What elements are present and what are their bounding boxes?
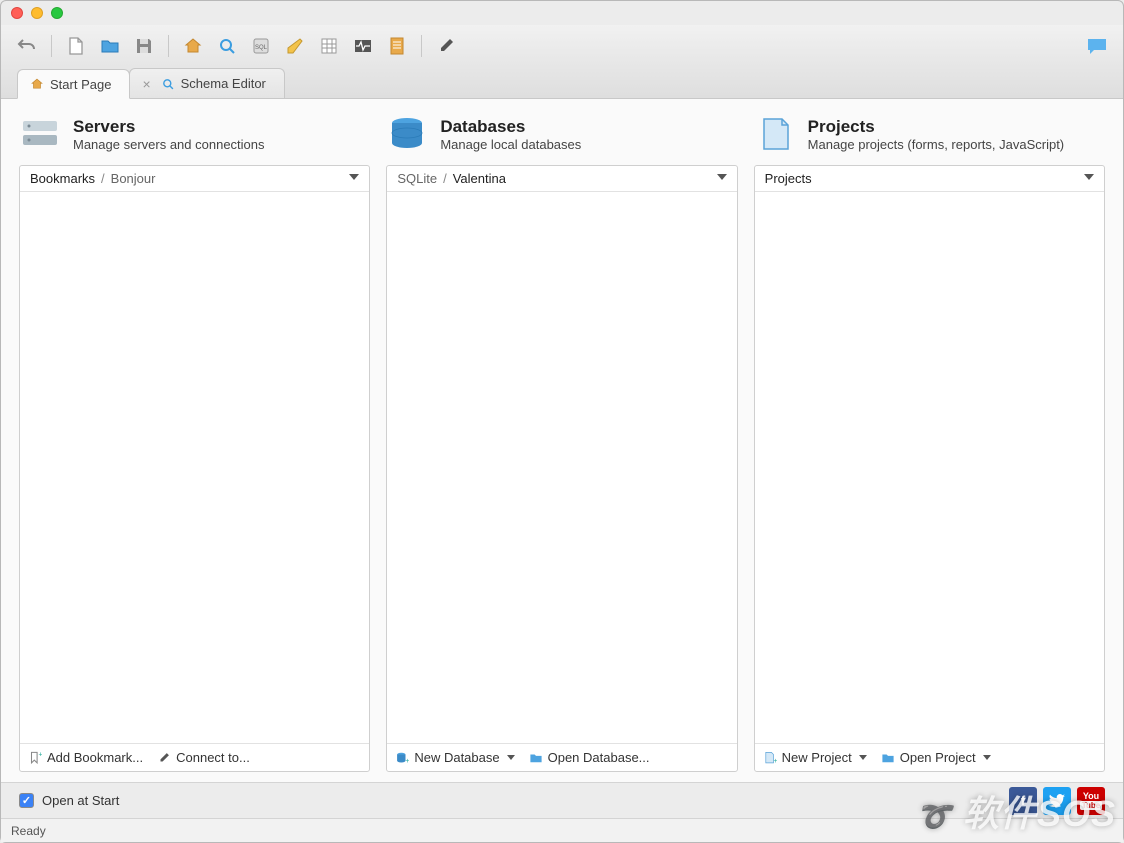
databases-panel: SQLite / Valentina + New Database Open D… — [386, 165, 737, 772]
add-bookmark-button[interactable]: + Add Bookmark... — [28, 750, 143, 765]
dropdown-caret-icon — [507, 755, 515, 760]
servers-title: Servers — [73, 117, 265, 137]
servers-dropdown-caret[interactable] — [349, 174, 359, 180]
new-project-button[interactable]: + New Project — [763, 750, 867, 765]
app-window: SQL Start Page × Schema Edito — [0, 0, 1124, 843]
svg-text:+: + — [773, 757, 777, 764]
databases-crumb-sqlite[interactable]: SQLite — [397, 171, 437, 186]
connect-to-button[interactable]: Connect to... — [157, 750, 250, 765]
databases-panel-foot: + New Database Open Database... — [387, 743, 736, 771]
new-file-button[interactable] — [62, 32, 90, 60]
projects-panel: Projects + New Project Open Project — [754, 165, 1105, 772]
dropdown-caret-icon — [983, 755, 991, 760]
databases-header: Databases Manage local databases — [386, 113, 737, 165]
tab-bar: Start Page × Schema Editor — [1, 67, 1123, 99]
servers-subtitle: Manage servers and connections — [73, 137, 265, 152]
status-bar: Ready — [1, 818, 1123, 842]
diagnostics-button[interactable] — [349, 32, 377, 60]
connect-icon — [157, 751, 171, 765]
toolbar-separator — [168, 35, 169, 57]
window-close-button[interactable] — [11, 7, 23, 19]
svg-text:SQL: SQL — [255, 45, 268, 51]
servers-list — [20, 192, 369, 743]
servers-header: Servers Manage servers and connections — [19, 113, 370, 165]
folder-icon — [881, 751, 895, 765]
designer-button[interactable] — [281, 32, 309, 60]
start-page-content: Servers Manage servers and connections B… — [1, 99, 1123, 782]
save-button[interactable] — [130, 32, 158, 60]
projects-title: Projects — [808, 117, 1064, 137]
table-button[interactable] — [315, 32, 343, 60]
tab-label: Schema Editor — [181, 76, 266, 91]
toolbar: SQL — [1, 25, 1123, 67]
servers-panel-head: Bookmarks / Bonjour — [20, 166, 369, 192]
databases-column: Databases Manage local databases SQLite … — [386, 113, 737, 772]
chat-button[interactable] — [1083, 32, 1111, 60]
database-icon — [386, 113, 428, 155]
status-text: Ready — [11, 824, 46, 838]
new-database-button[interactable]: + New Database — [395, 750, 514, 765]
dropdown-caret-icon — [859, 755, 867, 760]
projects-crumb[interactable]: Projects — [765, 171, 812, 186]
open-project-button[interactable]: Open Project — [881, 750, 991, 765]
search-button[interactable] — [213, 32, 241, 60]
svg-text:+: + — [39, 751, 43, 758]
titlebar — [1, 1, 1123, 25]
window-maximize-button[interactable] — [51, 7, 63, 19]
toolbar-separator — [421, 35, 422, 57]
window-minimize-button[interactable] — [31, 7, 43, 19]
home-icon — [30, 77, 44, 91]
open-database-button[interactable]: Open Database... — [529, 750, 650, 765]
tab-start-page[interactable]: Start Page — [17, 69, 130, 99]
youtube-button[interactable]: YouTube — [1077, 787, 1105, 815]
folder-icon — [529, 751, 543, 765]
servers-panel-foot: + Add Bookmark... Connect to... — [20, 743, 369, 771]
report-button[interactable] — [383, 32, 411, 60]
projects-panel-foot: + New Project Open Project — [755, 743, 1104, 771]
servers-crumb-bonjour[interactable]: Bonjour — [111, 171, 156, 186]
database-new-icon: + — [395, 751, 409, 765]
projects-panel-head: Projects — [755, 166, 1104, 192]
svg-text:+: + — [406, 757, 410, 764]
open-at-start-checkbox[interactable]: ✓ — [19, 793, 34, 808]
file-new-icon: + — [763, 751, 777, 765]
facebook-button[interactable]: f — [1009, 787, 1037, 815]
tab-schema-editor[interactable]: × Schema Editor — [129, 68, 284, 98]
search-icon — [161, 77, 175, 91]
databases-dropdown-caret[interactable] — [717, 174, 727, 180]
projects-subtitle: Manage projects (forms, reports, JavaScr… — [808, 137, 1064, 152]
projects-column: Projects Manage projects (forms, reports… — [754, 113, 1105, 772]
undo-button[interactable] — [13, 32, 41, 60]
eyedropper-button[interactable] — [432, 32, 460, 60]
projects-header: Projects Manage projects (forms, reports… — [754, 113, 1105, 165]
home-button[interactable] — [179, 32, 207, 60]
servers-panel: Bookmarks / Bonjour + Add Bookmark... Co… — [19, 165, 370, 772]
databases-panel-head: SQLite / Valentina — [387, 166, 736, 192]
toolbar-separator — [51, 35, 52, 57]
open-at-start-label: Open at Start — [42, 793, 119, 808]
project-icon — [754, 113, 796, 155]
twitter-button[interactable] — [1043, 787, 1071, 815]
sql-editor-button[interactable]: SQL — [247, 32, 275, 60]
databases-subtitle: Manage local databases — [440, 137, 581, 152]
footer-bar: ✓ Open at Start f YouTube — [1, 782, 1123, 818]
server-icon — [19, 113, 61, 155]
databases-title: Databases — [440, 117, 581, 137]
servers-column: Servers Manage servers and connections B… — [19, 113, 370, 772]
bookmark-add-icon: + — [28, 751, 42, 765]
projects-list — [755, 192, 1104, 743]
tab-label: Start Page — [50, 77, 111, 92]
databases-crumb-valentina[interactable]: Valentina — [453, 171, 506, 186]
tab-close-icon[interactable]: × — [142, 76, 150, 92]
open-folder-button[interactable] — [96, 32, 124, 60]
servers-crumb-bookmarks[interactable]: Bookmarks — [30, 171, 95, 186]
projects-dropdown-caret[interactable] — [1084, 174, 1094, 180]
social-links: f YouTube — [1009, 787, 1105, 815]
databases-list — [387, 192, 736, 743]
